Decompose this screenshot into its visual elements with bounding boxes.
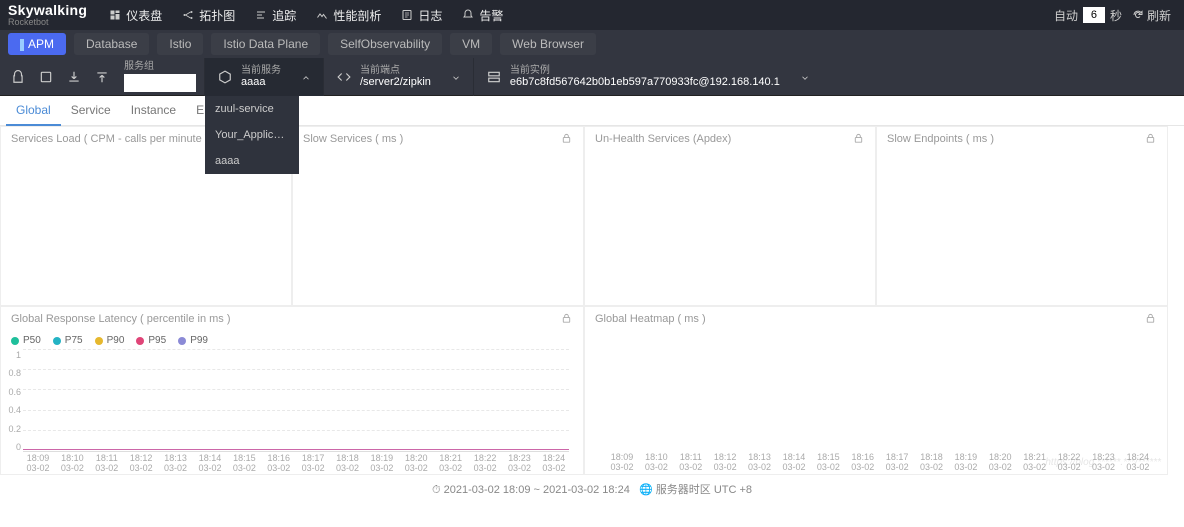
tab-web[interactable]: Web Browser xyxy=(500,33,596,55)
nav-trace[interactable]: 追踪 xyxy=(245,0,306,30)
endpoint-selector[interactable]: 当前端点 /server2/zipkin xyxy=(323,58,473,96)
tab-apm[interactable]: APM xyxy=(8,33,66,55)
footer-time-range[interactable]: ⏱ 2021-03-02 18:09 ~ 2021-03-02 18:24 🌐 … xyxy=(0,475,1184,503)
lock-icon[interactable] xyxy=(4,63,32,91)
tab-istio-dp[interactable]: Istio Data Plane xyxy=(211,33,320,55)
topology-icon xyxy=(182,9,194,21)
scope-tabs: Global Service Instance Endpoint xyxy=(0,96,1184,126)
dropdown-item[interactable]: aaaa xyxy=(205,148,299,174)
p50-dot xyxy=(11,337,19,345)
alarm-icon xyxy=(462,9,474,21)
panel-unhealth: Un-Health Services (Apdex) xyxy=(584,126,876,306)
tab-istio[interactable]: Istio xyxy=(157,33,203,55)
p95-dot xyxy=(136,337,144,345)
subtab-instance[interactable]: Instance xyxy=(121,96,186,126)
seconds-label: 秒 xyxy=(1110,7,1122,24)
dashboard-icon xyxy=(109,9,121,21)
subtab-global[interactable]: Global xyxy=(6,96,61,126)
lock-icon[interactable] xyxy=(561,133,573,145)
nav-dashboard[interactable]: 仪表盘 xyxy=(99,0,172,30)
p75-dot xyxy=(53,337,61,345)
p90-dot xyxy=(95,337,103,345)
refresh-icon xyxy=(1132,9,1144,21)
service-group-block: 服务组 xyxy=(124,62,196,92)
watermark: https://blog.******.***/****** xyxy=(1045,457,1161,468)
dashboard-grid: Services Load ( CPM - calls per minute )… xyxy=(0,126,1184,475)
profile-icon xyxy=(316,9,328,21)
x-axis: 18:0903-0218:1003-0218:1103-0218:1203-02… xyxy=(1,452,583,474)
tab-vm[interactable]: VM xyxy=(450,33,492,55)
nav-profile[interactable]: 性能剖析 xyxy=(306,0,391,30)
service-dropdown: zuul-service Your_Applicatio... aaaa xyxy=(205,96,299,174)
dropdown-item[interactable]: zuul-service xyxy=(205,96,299,122)
export-icon[interactable] xyxy=(32,63,60,91)
package-icon xyxy=(217,69,233,85)
download-icon[interactable] xyxy=(60,63,88,91)
lock-icon[interactable] xyxy=(561,313,573,325)
trace-icon xyxy=(255,9,267,21)
nav-log[interactable]: 日志 xyxy=(391,0,452,30)
panel-heatmap: Global Heatmap ( ms ) 18:0903-0218:1003-… xyxy=(584,306,1168,475)
nav-alarm[interactable]: 告警 xyxy=(452,0,513,30)
refresh-button[interactable]: 刷新 xyxy=(1127,7,1176,24)
panel-latency: Global Response Latency ( percentile in … xyxy=(0,306,584,475)
service-selector[interactable]: 当前服务 aaaa zuul-service Your_Applicatio..… xyxy=(204,58,323,96)
import-icon[interactable] xyxy=(88,63,116,91)
dropdown-item[interactable]: Your_Applicatio... xyxy=(205,122,299,148)
service-group-label: 服务组 xyxy=(124,62,196,72)
latency-legend: P50 P75 P90 P95 P99 xyxy=(1,331,583,350)
series-line xyxy=(23,449,569,450)
tab-database[interactable]: Database xyxy=(74,33,149,55)
subtab-service[interactable]: Service xyxy=(61,96,121,126)
lock-icon[interactable] xyxy=(1145,313,1157,325)
module-tabs: APM Database Istio Istio Data Plane Self… xyxy=(0,30,1184,58)
chevron-down-icon xyxy=(451,72,461,82)
auto-seconds-input[interactable] xyxy=(1083,7,1105,23)
server-icon xyxy=(486,69,502,85)
chevron-up-icon xyxy=(301,72,311,82)
code-icon xyxy=(336,69,352,85)
p99-dot xyxy=(178,337,186,345)
lock-icon[interactable] xyxy=(853,133,865,145)
toolbar: 服务组 当前服务 aaaa zuul-service Your_Applicat… xyxy=(0,58,1184,96)
tab-self[interactable]: SelfObservability xyxy=(328,33,442,55)
panel-slow-services: Slow Services ( ms ) xyxy=(292,126,584,306)
log-icon xyxy=(401,9,413,21)
brand: Skywalking Rocketbot xyxy=(8,3,87,27)
latency-chart: 10.80.60.40.20 xyxy=(1,350,583,452)
panel-slow-endpoints: Slow Endpoints ( ms ) xyxy=(876,126,1168,306)
instance-selector[interactable]: 当前实例 e6b7c8fd567642b0b1eb597a770933fc@19… xyxy=(473,58,822,96)
top-nav: Skywalking Rocketbot 仪表盘 拓扑图 追踪 性能剖析 日志 … xyxy=(0,0,1184,30)
nav-topology[interactable]: 拓扑图 xyxy=(172,0,245,30)
lock-icon[interactable] xyxy=(1145,133,1157,145)
chevron-down-icon xyxy=(800,72,810,82)
auto-label: 自动 xyxy=(1054,7,1078,24)
auto-refresh-group: 自动 秒 刷新 xyxy=(1054,7,1176,24)
service-group-input[interactable] xyxy=(124,74,196,92)
